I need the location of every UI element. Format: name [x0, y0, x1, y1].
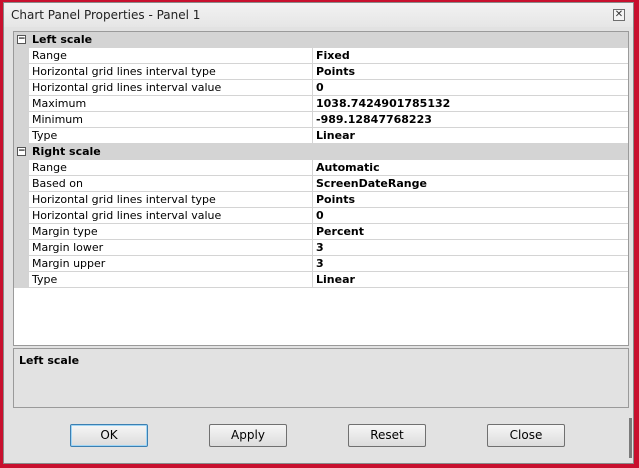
row-gutter	[14, 272, 29, 288]
property-row[interactable]: Margin upper 3	[14, 256, 628, 272]
property-value[interactable]: 1038.7424901785132	[313, 96, 628, 112]
ok-button[interactable]: OK	[70, 424, 148, 447]
row-gutter	[14, 240, 29, 256]
property-value[interactable]: -989.12847768223	[313, 112, 628, 128]
category-label: Right scale	[32, 145, 101, 158]
property-name[interactable]: Margin upper	[29, 256, 313, 272]
property-value[interactable]: Linear	[313, 128, 628, 144]
category-left-scale[interactable]: − Left scale	[14, 32, 628, 48]
property-row[interactable]: Type Linear	[14, 272, 628, 288]
property-value[interactable]: 3	[313, 256, 628, 272]
property-name[interactable]: Based on	[29, 176, 313, 192]
property-value[interactable]: 0	[313, 80, 628, 96]
property-value[interactable]: Percent	[313, 224, 628, 240]
property-name[interactable]: Range	[29, 160, 313, 176]
property-value[interactable]: Fixed	[313, 48, 628, 64]
category-label: Left scale	[32, 33, 93, 46]
row-gutter	[14, 96, 29, 112]
property-value[interactable]: Linear	[313, 272, 628, 288]
property-row[interactable]: Margin type Percent	[14, 224, 628, 240]
properties-dialog: Chart Panel Properties - Panel 1 ✕ − Lef…	[3, 2, 634, 464]
property-name[interactable]: Type	[29, 128, 313, 144]
property-row[interactable]: Horizontal grid lines interval value 0	[14, 208, 628, 224]
property-row[interactable]: Horizontal grid lines interval type Point…	[14, 64, 628, 80]
row-gutter	[14, 176, 29, 192]
property-value[interactable]: Points	[313, 64, 628, 80]
row-gutter	[14, 64, 29, 80]
property-name[interactable]: Margin lower	[29, 240, 313, 256]
property-row[interactable]: Range Automatic	[14, 160, 628, 176]
property-value[interactable]: 3	[313, 240, 628, 256]
property-name[interactable]: Horizontal grid lines interval value	[29, 80, 313, 96]
close-icon[interactable]: ✕	[613, 9, 625, 21]
property-row[interactable]: Margin lower 3	[14, 240, 628, 256]
property-value[interactable]: 0	[313, 208, 628, 224]
property-name[interactable]: Maximum	[29, 96, 313, 112]
property-row[interactable]: Type Linear	[14, 128, 628, 144]
collapse-icon[interactable]: −	[17, 35, 26, 44]
row-gutter	[14, 80, 29, 96]
description-panel: Left scale	[13, 348, 629, 408]
description-title: Left scale	[19, 354, 80, 367]
property-grid: − Left scale Range Fixed Horizontal grid l…	[13, 31, 629, 346]
property-value[interactable]: ScreenDateRange	[313, 176, 628, 192]
property-name[interactable]: Horizontal grid lines interval type	[29, 64, 313, 80]
property-name[interactable]: Range	[29, 48, 313, 64]
row-gutter	[14, 256, 29, 272]
category-right-scale[interactable]: − Right scale	[14, 144, 628, 160]
resize-grip	[629, 418, 632, 458]
property-name[interactable]: Horizontal grid lines interval value	[29, 208, 313, 224]
title-bar[interactable]: Chart Panel Properties - Panel 1 ✕	[4, 3, 633, 27]
row-gutter	[14, 48, 29, 64]
property-name[interactable]: Type	[29, 272, 313, 288]
property-row[interactable]: Maximum 1038.7424901785132	[14, 96, 628, 112]
property-name[interactable]: Horizontal grid lines interval type	[29, 192, 313, 208]
property-row[interactable]: Minimum -989.12847768223	[14, 112, 628, 128]
collapse-icon[interactable]: −	[17, 147, 26, 156]
apply-button[interactable]: Apply	[209, 424, 287, 447]
row-gutter	[14, 160, 29, 176]
property-name[interactable]: Minimum	[29, 112, 313, 128]
property-row[interactable]: Range Fixed	[14, 48, 628, 64]
row-gutter	[14, 192, 29, 208]
row-gutter	[14, 208, 29, 224]
window-title: Chart Panel Properties - Panel 1	[11, 8, 201, 22]
close-button[interactable]: Close	[487, 424, 565, 447]
row-gutter	[14, 128, 29, 144]
property-row[interactable]: Horizontal grid lines interval value 0	[14, 80, 628, 96]
row-gutter	[14, 224, 29, 240]
property-row[interactable]: Based on ScreenDateRange	[14, 176, 628, 192]
property-value[interactable]: Automatic	[313, 160, 628, 176]
property-value[interactable]: Points	[313, 192, 628, 208]
row-gutter	[14, 112, 29, 128]
property-name[interactable]: Margin type	[29, 224, 313, 240]
property-row[interactable]: Horizontal grid lines interval type Point…	[14, 192, 628, 208]
reset-button[interactable]: Reset	[348, 424, 426, 447]
